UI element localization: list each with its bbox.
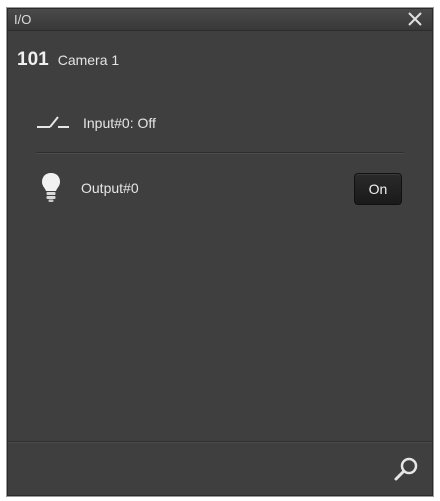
footer-divider — [8, 441, 432, 443]
light-bulb-icon — [40, 171, 62, 208]
window-title: I/O — [14, 12, 32, 27]
switch-off-icon — [36, 113, 70, 136]
camera-number: 101 — [17, 49, 49, 70]
input-label: Input#0: Off — [83, 115, 156, 131]
input-row: Input#0: Off — [8, 107, 432, 137]
title-bar: I/O — [8, 9, 432, 31]
row-divider — [36, 152, 404, 154]
output-label: Output#0 — [81, 180, 139, 196]
camera-header: 101 Camera 1 — [17, 49, 119, 71]
search-icon[interactable] — [392, 455, 420, 483]
io-window: I/O 101 Camera 1 Input#0: Off Output#0 O… — [7, 8, 433, 496]
close-icon[interactable] — [404, 9, 426, 30]
output-on-button[interactable]: On — [354, 173, 402, 205]
camera-name: Camera 1 — [57, 52, 120, 68]
